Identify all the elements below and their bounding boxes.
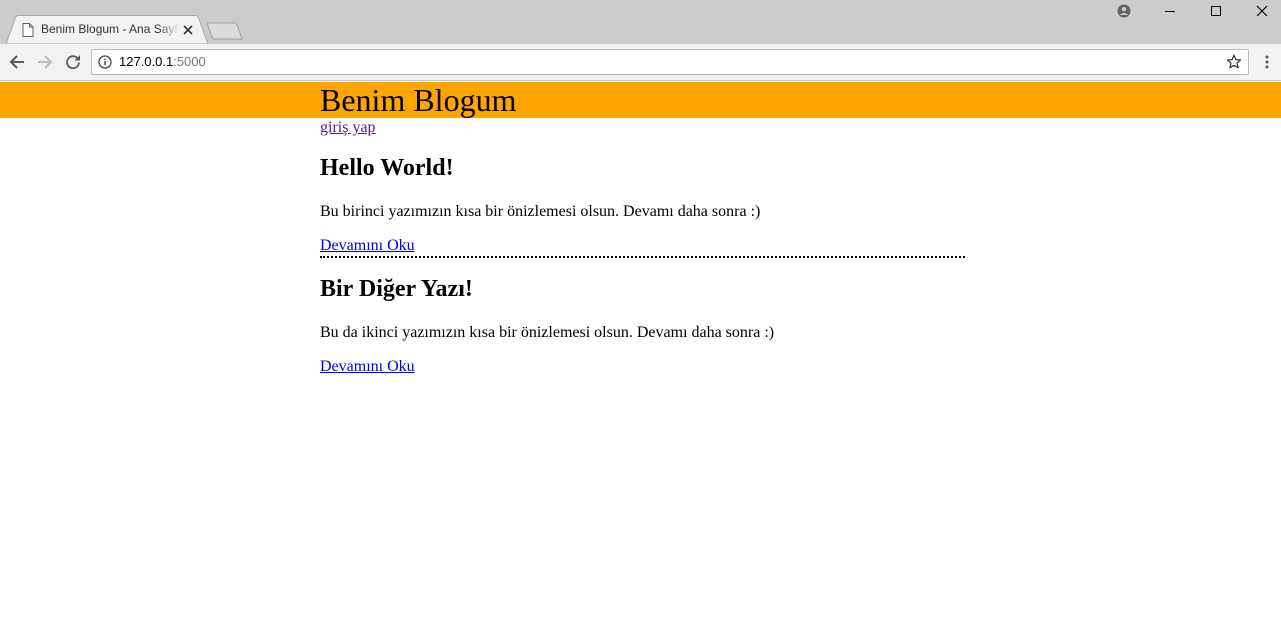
post-title: Bir Diğer Yazı! bbox=[320, 276, 473, 302]
url-port: :5000 bbox=[173, 54, 206, 69]
login-link[interactable]: giriş yap bbox=[320, 119, 376, 137]
maximize-button[interactable] bbox=[1193, 0, 1239, 22]
reload-icon bbox=[66, 55, 80, 70]
minimize-icon bbox=[1165, 11, 1175, 12]
page-icon bbox=[22, 23, 34, 37]
browser-title-bar: Benim Blogum - Ana Sayfa bbox=[0, 0, 1281, 44]
more-vert-icon bbox=[1265, 55, 1269, 69]
address-bar[interactable]: 127.0.0.1:5000 bbox=[91, 49, 1249, 75]
read-more-link[interactable]: Devamını Oku bbox=[320, 237, 415, 255]
arrow-left-icon bbox=[9, 55, 24, 69]
account-icon bbox=[1117, 4, 1131, 18]
post-excerpt: Bu birinci yazımızın kısa bir önizlemesi… bbox=[320, 203, 761, 220]
post-item: Bir Diğer Yazı! Bu da ikinci yazımızın k… bbox=[320, 275, 965, 376]
post-item: Hello World! Bu birinci yazımızın kısa b… bbox=[320, 154, 965, 258]
window-close-button[interactable] bbox=[1239, 0, 1281, 22]
back-button[interactable] bbox=[5, 50, 29, 74]
minimize-button[interactable] bbox=[1147, 0, 1193, 22]
close-icon bbox=[1256, 5, 1268, 17]
bookmark-star-icon[interactable] bbox=[1226, 54, 1242, 70]
post-title: Hello World! bbox=[320, 155, 454, 181]
profile-button[interactable] bbox=[1101, 0, 1147, 22]
maximize-icon bbox=[1211, 6, 1221, 16]
tab-close-icon[interactable] bbox=[182, 24, 194, 36]
site-title: Benim Blogum bbox=[320, 82, 517, 118]
tab-title: Benim Blogum - Ana Sayfa bbox=[41, 22, 179, 36]
url-text[interactable]: 127.0.0.1:5000 bbox=[119, 54, 206, 69]
browser-tab[interactable]: Benim Blogum - Ana Sayfa bbox=[6, 15, 208, 44]
arrow-right-icon bbox=[38, 55, 53, 69]
new-tab-button[interactable] bbox=[206, 22, 244, 40]
site-header: Benim Blogum bbox=[0, 82, 1281, 118]
forward-button[interactable] bbox=[33, 50, 57, 74]
browser-menu-button[interactable] bbox=[1256, 50, 1278, 74]
browser-toolbar: 127.0.0.1:5000 bbox=[0, 44, 1281, 81]
web-page: Benim Blogum giriş yap Hello World! Bu b… bbox=[0, 82, 1281, 619]
url-host: 127.0.0.1 bbox=[119, 54, 174, 69]
info-icon[interactable] bbox=[98, 55, 112, 69]
read-more-link[interactable]: Devamını Oku bbox=[320, 358, 415, 376]
post-excerpt: Bu da ikinci yazımızın kısa bir önizleme… bbox=[320, 324, 775, 341]
reload-button[interactable] bbox=[61, 50, 85, 74]
